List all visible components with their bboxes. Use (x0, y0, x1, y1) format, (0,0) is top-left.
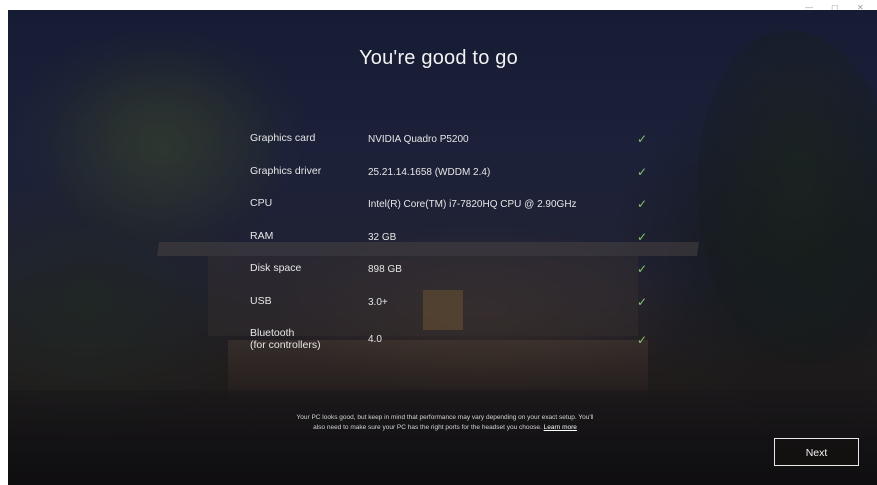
note-line-2: also need to make sure your PC has the r… (313, 424, 542, 431)
spec-row-bluetooth: Bluetooth (for controllers) 4.0 ✓ (250, 323, 670, 363)
spec-list: Graphics card NVIDIA Quadro P5200 ✓ Grap… (250, 128, 670, 363)
spec-label: Graphics driver (250, 164, 322, 177)
spec-label: USB (250, 294, 272, 307)
checkmark-icon: ✓ (637, 262, 648, 276)
checkmark-icon: ✓ (637, 164, 648, 179)
spec-row-disk-space: Disk space 898 GB ✓ (250, 258, 670, 291)
checkmark-icon: ✓ (637, 294, 648, 309)
spec-label: RAM (250, 229, 274, 242)
spec-row-ram: RAM 32 GB ✓ (250, 226, 670, 259)
spec-label: Disk space (250, 262, 302, 274)
spec-value: 25.21.14.1658 (WDDM 2.4) (368, 166, 491, 178)
setup-window: — ▢ ✕ You're good to go Graphics card NV… (0, 0, 877, 485)
checkmark-icon: ✓ (637, 197, 648, 211)
spec-label: Graphics card (250, 132, 316, 144)
spec-label: CPU (250, 197, 273, 209)
note-line-1: Your PC looks good, but keep in mind tha… (296, 414, 594, 421)
next-button[interactable]: Next (774, 438, 859, 466)
spec-value: 4.0 (368, 334, 382, 345)
learn-more-link[interactable]: Learn more (544, 424, 577, 431)
spec-label: Bluetooth (for controllers) (250, 327, 321, 351)
spec-value: 32 GB (368, 231, 397, 243)
checkmark-icon: ✓ (637, 132, 648, 146)
spec-row-usb: USB 3.0+ ✓ (250, 291, 670, 324)
spec-row-graphics-driver: Graphics driver 25.21.14.1658 (WDDM 2.4)… (250, 161, 670, 194)
page-title: You're good to go (359, 47, 518, 69)
checkmark-icon: ✓ (637, 333, 648, 347)
spec-value: NVIDIA Quadro P5200 (368, 134, 469, 145)
spec-row-cpu: CPU Intel(R) Core(TM) i7-7820HQ CPU @ 2.… (250, 193, 670, 226)
checkmark-icon: ✓ (637, 229, 648, 244)
performance-note: Your PC looks good, but keep in mind tha… (245, 413, 645, 433)
spec-row-graphics-card: Graphics card NVIDIA Quadro P5200 ✓ (250, 128, 670, 161)
spec-value: 3.0+ (368, 296, 388, 308)
spec-value: 898 GB (368, 264, 402, 275)
spec-value: Intel(R) Core(TM) i7-7820HQ CPU @ 2.90GH… (368, 199, 577, 210)
